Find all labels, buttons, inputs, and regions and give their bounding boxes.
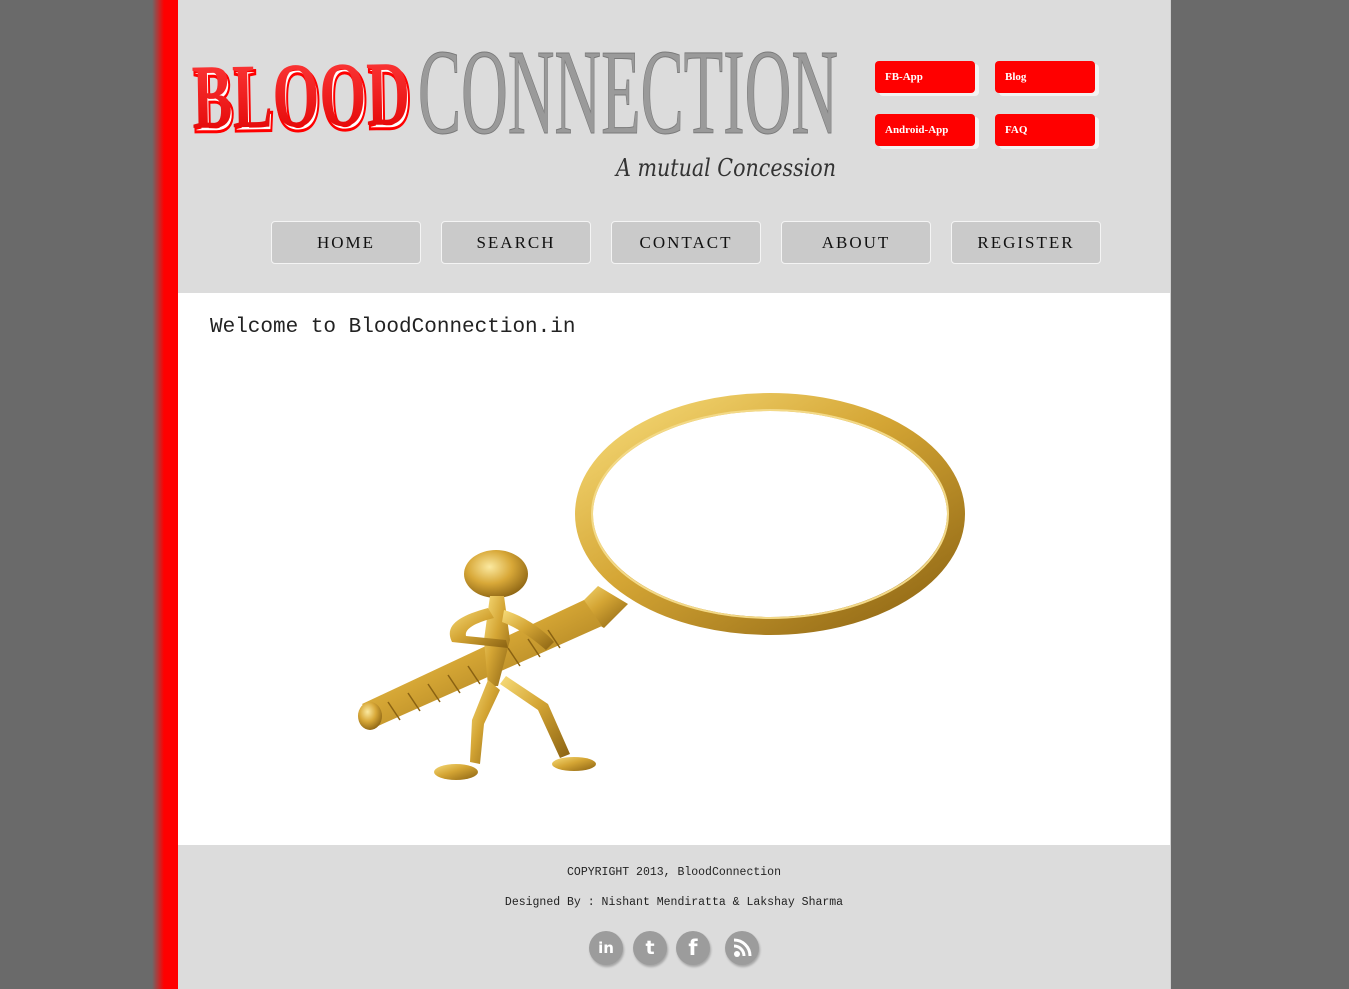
page-container: BLOOD BLOOD CONNECTION A mutual Concessi… (178, 0, 1171, 989)
site-footer: COPYRIGHT 2013, BloodConnection Designed… (178, 845, 1170, 989)
site-header: BLOOD BLOOD CONNECTION A mutual Concessi… (178, 0, 1170, 293)
designed-by-text: Designed By : Nishant Mendiratta & Laksh… (504, 896, 844, 909)
fb-app-button[interactable]: FB-App (875, 61, 975, 93)
rss-glyph (733, 938, 752, 957)
logo-blood-word-fill: BLOOD (192, 42, 411, 148)
copyright-text: COPYRIGHT 2013, BloodConnection (567, 866, 781, 879)
nav-register-button[interactable]: REGISTER (951, 221, 1101, 264)
android-app-button[interactable]: Android-App (875, 114, 975, 146)
nav-search-button[interactable]: SEARCH (441, 221, 591, 264)
magnifying-glass-figure-illustration (358, 393, 965, 780)
left-accent-bar (152, 0, 178, 989)
blog-button[interactable]: Blog (995, 61, 1095, 93)
faq-button[interactable]: FAQ (995, 114, 1095, 146)
rss-icon[interactable] (725, 931, 759, 965)
facebook-icon[interactable]: f (676, 931, 710, 965)
site-logo[interactable]: BLOOD BLOOD CONNECTION A mutual Concessi… (192, 20, 842, 185)
nav-home-button[interactable]: HOME (271, 221, 421, 264)
logo-connection-word: CONNECTION (418, 25, 838, 160)
logo-tagline: A mutual Concession (614, 154, 836, 182)
linkedin-icon[interactable]: in (589, 931, 623, 965)
nav-contact-button[interactable]: CONTACT (611, 221, 761, 264)
tumblr-icon[interactable]: t (633, 931, 667, 965)
nav-about-button[interactable]: ABOUT (781, 221, 931, 264)
welcome-heading: Welcome to BloodConnection.in (210, 316, 576, 339)
